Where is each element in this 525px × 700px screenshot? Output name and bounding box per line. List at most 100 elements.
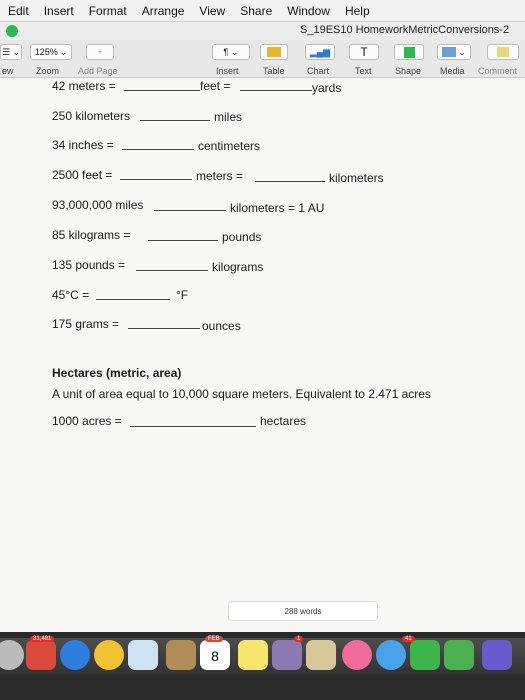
row-45c: 45°C = (52, 288, 90, 302)
reminders-badge: 1 (294, 636, 304, 642)
add-page-button[interactable]: + (86, 44, 114, 60)
zoom-value: 125% (34, 47, 58, 57)
document-page[interactable]: 42 meters = feet = yards 250 kilometers … (0, 78, 525, 632)
menu-window[interactable]: Window (287, 4, 330, 18)
contacts-icon[interactable] (166, 640, 196, 670)
paragraph-icon: ¶ ⌄ (223, 46, 239, 57)
toolbar: ☰ ⌄ ew 125% ⌄ Zoom + Add Page ¶ ⌄ Insert… (0, 40, 525, 78)
chart-label: Chart (307, 66, 330, 76)
row-34-cm: centimeters (198, 139, 261, 153)
safari-icon[interactable] (60, 640, 90, 670)
table-icon (267, 47, 281, 57)
comment-button[interactable] (487, 44, 519, 60)
add-page-label: Add Page (78, 66, 118, 76)
title-bar: S_19ES10 HomeworkMetricConversions-2 (0, 22, 525, 40)
row-42-yards: yards (312, 81, 342, 95)
answer-blank[interactable] (96, 299, 170, 300)
view-icon: ☰ ⌄ (1, 46, 21, 57)
photos-icon[interactable] (342, 640, 372, 670)
chevron-down-icon: ⌄ (59, 46, 68, 57)
comment-label: Comment (478, 66, 518, 76)
menu-edit[interactable]: Edit (8, 4, 29, 18)
chrome-icon[interactable] (94, 640, 124, 670)
maps-icon[interactable] (306, 640, 336, 670)
media-label: Media (440, 66, 465, 76)
row-250-miles: miles (214, 110, 243, 124)
chart-button[interactable]: ▂▄▆ (305, 44, 335, 60)
zoom-select[interactable]: 125% ⌄ (30, 44, 72, 60)
row-93m-km: kilometers = 1 AU (230, 201, 325, 215)
menu-bar: Edit Insert Format Arrange View Share Wi… (0, 0, 525, 22)
bar-chart-icon: ▂▄▆ (309, 46, 331, 57)
row-45c-f: °F (176, 288, 189, 302)
row-175-grams: 175 grams = (52, 317, 120, 331)
table-button[interactable] (260, 44, 288, 60)
reminders-icon[interactable] (272, 640, 302, 670)
table-label: Table (263, 66, 285, 76)
insert-label: Insert (216, 66, 239, 76)
row-135-kg: kilograms (212, 260, 264, 274)
numbers-icon[interactable] (444, 640, 474, 670)
word-count[interactable]: 288 words (228, 601, 378, 621)
dock: 31,481 8 FEB 1 41 (0, 632, 525, 700)
row-42-meters: 42 meters = (52, 79, 116, 93)
answer-blank[interactable] (120, 179, 192, 180)
row-1000-hectares: hectares (260, 414, 307, 428)
image-icon (442, 47, 457, 57)
answer-blank[interactable] (136, 270, 208, 271)
menu-arrange[interactable]: Arrange (142, 4, 185, 18)
menu-help[interactable]: Help (345, 4, 370, 18)
window-title: S_19ES10 HomeworkMetricConversions-2 (300, 24, 510, 36)
mail-badge: 31,481 (30, 636, 55, 642)
row-1000-acres: 1000 acres = (52, 414, 122, 428)
menu-share[interactable]: Share (240, 4, 272, 18)
answer-blank[interactable] (124, 90, 200, 91)
answer-blank[interactable] (240, 90, 312, 91)
notes-icon[interactable] (128, 640, 158, 670)
row-34-inches: 34 inches = (52, 138, 114, 152)
shape-button[interactable] (394, 44, 424, 60)
row-135-pounds: 135 pounds = (52, 258, 126, 272)
menu-view[interactable]: View (199, 4, 225, 18)
view-button[interactable]: ☰ ⌄ (0, 44, 22, 60)
row-250-km: 250 kilometers (52, 109, 131, 123)
text-label: Text (355, 66, 372, 76)
text-icon: T (360, 45, 368, 59)
row-42-feet: feet = (200, 79, 231, 93)
shape-label: Shape (395, 66, 422, 76)
hectares-heading: Hectares (metric, area) (52, 366, 182, 380)
calendar-day: 8 (211, 648, 219, 664)
menu-format[interactable]: Format (89, 4, 127, 18)
view-label: ew (2, 66, 14, 76)
zoom-label: Zoom (36, 66, 60, 76)
answer-blank[interactable] (130, 426, 256, 427)
row-2500-km: kilometers (329, 171, 384, 185)
answer-blank[interactable] (128, 328, 200, 329)
stickies-icon[interactable] (238, 640, 268, 670)
calendar-icon[interactable]: 8 (200, 640, 230, 670)
comment-icon (497, 47, 509, 57)
calendar-month: FEB (205, 636, 223, 642)
menu-insert[interactable]: Insert (44, 4, 74, 18)
messages-icon[interactable] (376, 640, 406, 670)
row-2500-feet: 2500 feet = (52, 168, 113, 182)
answer-blank[interactable] (122, 149, 194, 150)
answer-blank[interactable] (154, 210, 226, 211)
row-85-kg: 85 kilograms = (52, 228, 131, 242)
plus-icon: + (97, 47, 103, 57)
row-2500-meters: meters = (196, 169, 244, 183)
insert-button[interactable]: ¶ ⌄ (212, 44, 250, 60)
text-button[interactable]: T (349, 44, 379, 60)
facetime-icon[interactable] (410, 640, 440, 670)
answer-blank[interactable] (255, 181, 325, 182)
media-button[interactable]: ⌄ (437, 44, 471, 60)
zoom-window-icon[interactable] (6, 25, 18, 37)
row-85-pounds: pounds (222, 230, 262, 244)
mail-icon[interactable] (26, 640, 56, 670)
row-93m-miles: 93,000,000 miles (52, 198, 144, 212)
app-store-icon[interactable] (482, 640, 512, 670)
square-icon (403, 46, 415, 58)
answer-blank[interactable] (148, 240, 218, 241)
answer-blank[interactable] (140, 120, 210, 121)
chevron-down-icon: ⌄ (458, 46, 466, 57)
